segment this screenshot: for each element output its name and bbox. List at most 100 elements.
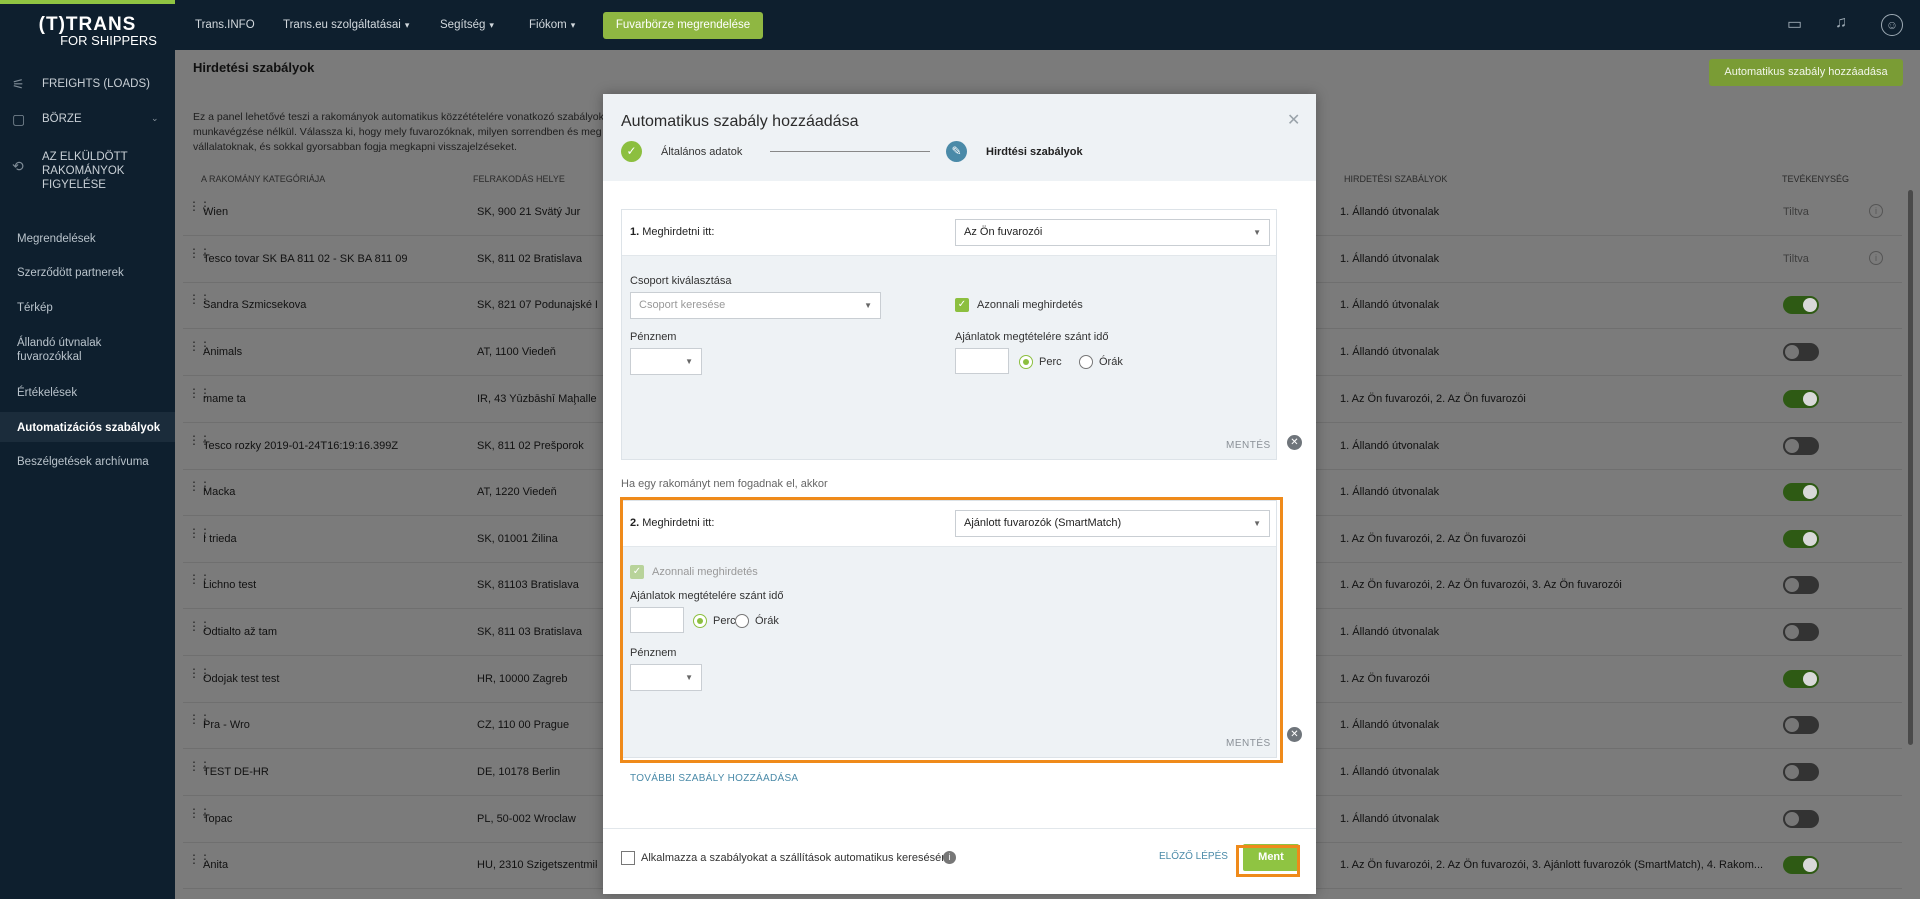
order-freight-exchange-button[interactable]: Fuvarbörze megrendelése xyxy=(603,12,763,39)
hours-label: Órák xyxy=(1099,356,1123,368)
row-toggle[interactable] xyxy=(1783,716,1819,734)
remove-rule-2-icon[interactable]: ✕ xyxy=(1287,727,1302,742)
row-toggle[interactable] xyxy=(1783,623,1819,641)
user-avatar-icon[interactable]: ☺ xyxy=(1881,14,1903,36)
row-toggle[interactable] xyxy=(1783,530,1819,548)
col-loading-place: FELRAKODÁS HELYE xyxy=(473,174,565,184)
row-place: AT, 1100 Viedeň xyxy=(477,346,556,358)
drag-handle-icon[interactable]: ⋮⋮ xyxy=(188,760,211,783)
drag-handle-icon[interactable]: ⋮⋮ xyxy=(188,200,211,223)
nav-help[interactable]: Segítség ▾ xyxy=(440,19,494,31)
apply-search-label: Alkalmazza a szabályokat a szállítások a… xyxy=(641,852,951,864)
row-toggle[interactable] xyxy=(1783,437,1819,455)
row-place: HU, 2310 Szigetszentmikló xyxy=(477,859,597,871)
rule-1-save-button[interactable]: MENTÉS xyxy=(1226,440,1271,451)
sidebar-item-partners[interactable]: Szerződött partnerek xyxy=(17,266,124,280)
highlight-save-button xyxy=(1236,845,1300,877)
sidebar-item-orders[interactable]: Megrendelések xyxy=(17,232,96,246)
remove-rule-1-icon[interactable]: ✕ xyxy=(1287,435,1302,450)
drag-handle-icon[interactable]: ⋮⋮ xyxy=(188,434,211,457)
toggle-knob xyxy=(1803,485,1817,499)
offer-time-input[interactable] xyxy=(955,348,1009,374)
previous-step-button[interactable]: ELŐZŐ LÉPÉS xyxy=(1159,851,1228,862)
drag-handle-icon[interactable]: ⋮⋮ xyxy=(188,667,211,690)
toggle-knob xyxy=(1785,625,1799,639)
accent-bar xyxy=(0,0,175,4)
drag-handle-icon[interactable]: ⋮⋮ xyxy=(188,527,211,550)
row-category: Animals xyxy=(203,346,243,358)
chat-icon[interactable]: ▭ xyxy=(1787,14,1807,34)
row-toggle[interactable] xyxy=(1783,296,1819,314)
sidebar-item-archive[interactable]: Beszélgetések archívuma xyxy=(17,455,149,469)
minutes-radio[interactable] xyxy=(1019,355,1033,369)
row-rules: 1. Állandó útvonalak xyxy=(1340,206,1440,218)
close-icon[interactable]: ✕ xyxy=(1287,110,1300,130)
row-toggle[interactable] xyxy=(1783,763,1819,781)
drag-handle-icon[interactable]: ⋮⋮ xyxy=(188,293,211,316)
drag-handle-icon[interactable]: ⋮⋮ xyxy=(188,387,211,410)
sidebar-item-ratings[interactable]: Értékelések xyxy=(17,386,77,400)
row-toggle[interactable] xyxy=(1783,390,1819,408)
sidebar-item-map[interactable]: Térkép xyxy=(17,301,53,315)
row-category: Odojak test test xyxy=(203,673,280,685)
apply-search-checkbox[interactable] xyxy=(621,851,635,865)
nav-transinfo[interactable]: Trans.INFO xyxy=(195,19,255,31)
row-toggle[interactable] xyxy=(1783,343,1819,361)
row-toggle[interactable] xyxy=(1783,856,1819,874)
toggle-knob xyxy=(1803,392,1817,406)
drag-handle-icon[interactable]: ⋮⋮ xyxy=(188,247,211,270)
immediate-label: Azonnali meghirdetés xyxy=(977,299,1083,311)
row-place: SK, 811 03 Bratislava xyxy=(477,626,582,638)
row-category: Wien xyxy=(203,206,229,218)
currency-label: Pénznem xyxy=(630,331,677,343)
row-place: SK, 811 02 Bratislava xyxy=(477,253,582,265)
row-toggle[interactable] xyxy=(1783,810,1819,828)
row-place: SK, 900 21 Svätý Jur xyxy=(477,206,581,218)
nav-account[interactable]: Fiókom ▾ xyxy=(529,19,575,31)
immediate-checkbox[interactable]: ✓ xyxy=(955,298,969,312)
row-toggle[interactable] xyxy=(1783,670,1819,688)
logo-subtext: FOR SHIPPERS xyxy=(60,33,157,48)
row-place: PL, 50-002 Wroclaw xyxy=(477,813,576,825)
currency-select[interactable]: ▼ xyxy=(630,348,702,375)
row-rules: 1. Az Ön fuvarozói, 2. Az Ön fuvarozói xyxy=(1340,533,1526,545)
toggle-knob xyxy=(1803,298,1817,312)
nav-services[interactable]: Trans.eu szolgáltatásai ▾ xyxy=(283,19,409,31)
drag-handle-icon[interactable]: ⋮⋮ xyxy=(188,573,211,596)
monitor-icon: ⟲ xyxy=(12,158,24,174)
hours-radio[interactable] xyxy=(1079,355,1093,369)
toggle-knob xyxy=(1803,532,1817,546)
chevron-down-icon: ▾ xyxy=(404,20,410,30)
add-auto-rule-button[interactable]: Automatikus szabály hozzáadása xyxy=(1709,59,1903,86)
drag-handle-icon[interactable]: ⋮⋮ xyxy=(188,340,211,363)
sidebar-item-automation[interactable]: Automatizációs szabályok xyxy=(17,421,160,435)
group-search-select[interactable]: Csoport keresése ▼ xyxy=(630,292,881,319)
add-more-rules-link[interactable]: TOVÁBBI SZABÁLY HOZZÁADÁSA xyxy=(630,773,798,784)
box-icon: ▢ xyxy=(12,111,26,127)
sidebar-item-routes[interactable]: Állandó útvnalak fuvarozókkal xyxy=(17,336,127,364)
row-place: SK, 01001 Žilina xyxy=(477,533,558,545)
drag-handle-icon[interactable]: ⋮⋮ xyxy=(188,713,211,736)
row-category: I trieda xyxy=(203,533,237,545)
info-icon[interactable]: i xyxy=(943,851,956,864)
rule-1-target-select[interactable]: Az Ön fuvarozói ▼ xyxy=(955,219,1270,246)
scrollbar[interactable] xyxy=(1908,190,1913,745)
info-icon[interactable]: i xyxy=(1869,251,1883,265)
row-place: CZ, 110 00 Prague xyxy=(477,719,570,731)
pencil-icon: ✎ xyxy=(946,141,967,162)
logo[interactable]: (T)TRANS FOR SHIPPERS xyxy=(0,14,175,48)
row-category: Tesco rozky 2019-01-24T16:19:16.399Z xyxy=(203,440,399,452)
row-toggle[interactable] xyxy=(1783,483,1819,501)
row-category: Anita xyxy=(203,859,229,871)
drag-handle-icon[interactable]: ⋮⋮ xyxy=(188,807,211,830)
drag-handle-icon[interactable]: ⋮⋮ xyxy=(188,853,211,876)
step-general[interactable]: Általános adatok xyxy=(661,146,742,158)
row-toggle[interactable] xyxy=(1783,576,1819,594)
group-label: Csoport kiválasztása xyxy=(630,275,732,287)
drag-handle-icon[interactable]: ⋮⋮ xyxy=(188,480,211,503)
bell-icon[interactable]: ♫ xyxy=(1835,14,1855,34)
info-icon[interactable]: i xyxy=(1869,204,1883,218)
drag-handle-icon[interactable]: ⋮⋮ xyxy=(188,620,211,643)
caret-down-icon: ▼ xyxy=(1253,228,1261,237)
minutes-label: Perc xyxy=(1039,356,1062,368)
